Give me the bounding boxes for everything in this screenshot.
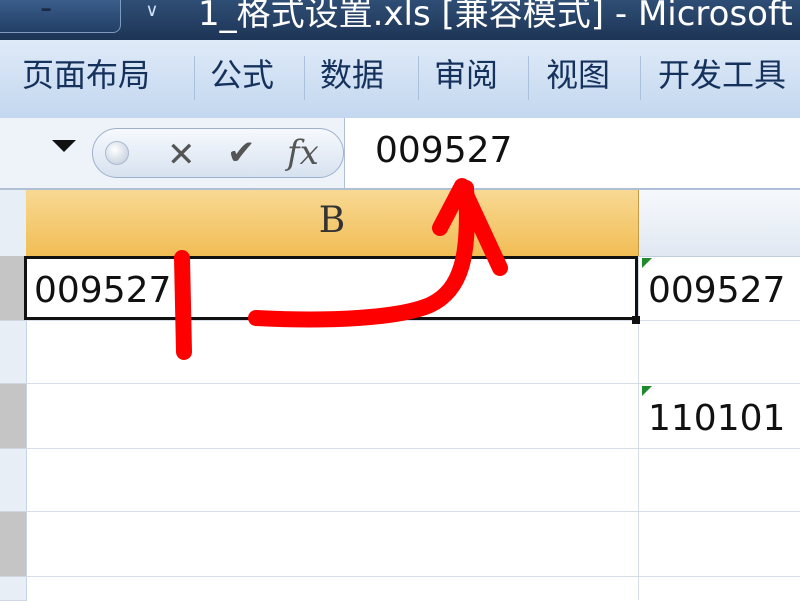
- tab-developer[interactable]: 开发工具: [658, 48, 786, 102]
- insert-function-icon[interactable]: fx: [287, 133, 319, 173]
- fill-handle[interactable]: [632, 316, 640, 324]
- name-box-dropdown-icon[interactable]: [52, 140, 76, 152]
- cell-c-row1[interactable]: 009527: [648, 270, 785, 311]
- gridline: [26, 320, 800, 321]
- row-header[interactable]: [0, 256, 27, 321]
- tab-separator: [194, 56, 195, 100]
- row-header[interactable]: [0, 449, 27, 512]
- gridline: [638, 256, 639, 600]
- column-header-c[interactable]: [639, 190, 800, 257]
- cell-c-row3[interactable]: 110101: [648, 398, 785, 439]
- row-header[interactable]: [0, 577, 27, 601]
- cancel-icon[interactable]: ✕: [167, 135, 196, 175]
- formula-input[interactable]: 009527: [344, 118, 800, 188]
- gridline: [26, 576, 800, 577]
- tab-separator: [304, 56, 305, 100]
- tab-formulas[interactable]: 公式: [210, 48, 274, 102]
- window-title: 1_格式设置.xls [兼容模式] - Microsoft: [198, 0, 793, 34]
- gridline: [26, 383, 800, 384]
- formula-buttons: ✕ ✔ fx: [92, 128, 344, 178]
- tab-separator: [418, 56, 419, 100]
- select-all-corner[interactable]: [0, 190, 27, 256]
- tab-view[interactable]: 视图: [546, 48, 610, 102]
- formula-value: 009527: [375, 130, 513, 171]
- quick-access-dropdown-icon[interactable]: ∨: [140, 0, 164, 24]
- row-header[interactable]: [0, 384, 27, 449]
- error-indicator-icon: [642, 258, 652, 268]
- office-button[interactable]: -: [0, 0, 121, 33]
- formula-bar: ✕ ✔ fx 009527: [0, 118, 800, 190]
- column-header-b[interactable]: B: [26, 190, 639, 258]
- gridline: [26, 448, 800, 449]
- tab-separator: [640, 56, 641, 100]
- tab-separator: [528, 56, 529, 100]
- gridline: [26, 511, 800, 512]
- error-indicator-icon: [642, 386, 652, 396]
- ribbon-tabs: 页面布局 公式 数据 审阅 视图 开发工具: [0, 40, 800, 119]
- title-bar: - ∨ 1_格式设置.xls [兼容模式] - Microsoft: [0, 0, 800, 40]
- column-header-b-label: B: [318, 200, 346, 241]
- row-header[interactable]: [0, 512, 27, 577]
- worksheet-grid: B 009527 009527 110101: [0, 190, 800, 601]
- enter-check-icon[interactable]: ✔: [227, 133, 256, 173]
- cell-b-row1[interactable]: 009527: [34, 270, 171, 311]
- tab-page-layout[interactable]: 页面布局: [22, 48, 150, 102]
- tab-data[interactable]: 数据: [320, 48, 384, 102]
- capsule-grip-icon: [105, 141, 129, 165]
- tab-review[interactable]: 审阅: [434, 48, 498, 102]
- row-header[interactable]: [0, 321, 27, 384]
- office-button-label: -: [40, 0, 53, 28]
